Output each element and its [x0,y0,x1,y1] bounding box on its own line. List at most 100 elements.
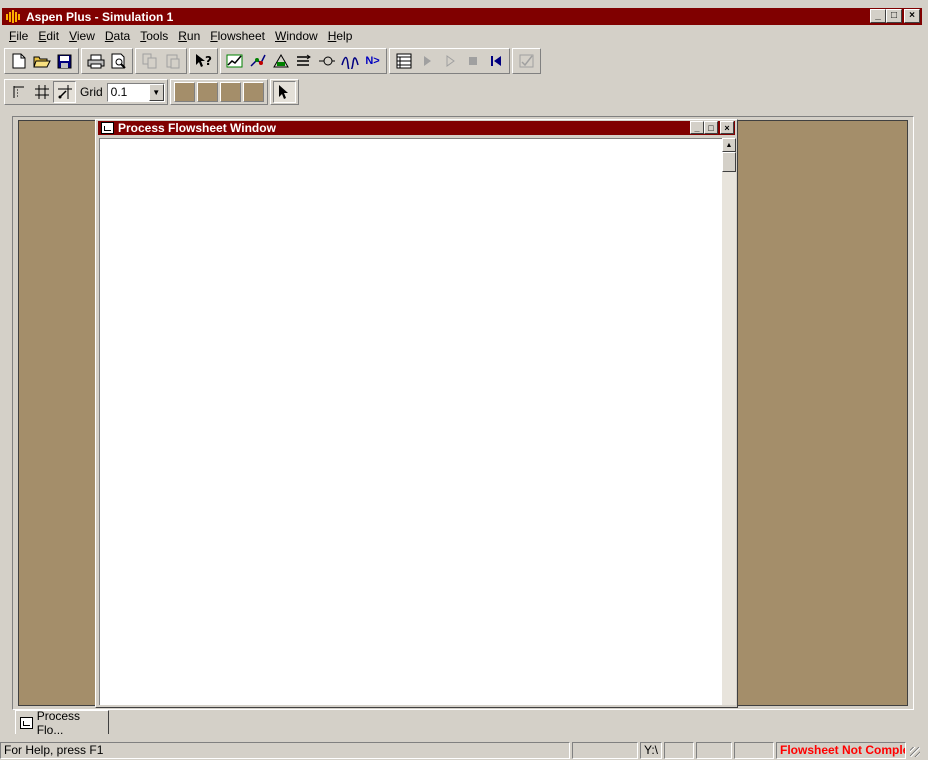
menu-window-hotkey: W [275,29,287,43]
menu-edit-label: dit [46,29,60,43]
select-toolbar-group [269,79,299,105]
select-pointer-icon[interactable] [272,81,296,103]
copy-icon[interactable] [138,50,161,72]
flowsheet-window-title: Process Flowsheet Window [118,121,276,135]
menu-window[interactable]: Window [270,29,323,43]
svg-text:?: ? [205,54,212,68]
stream-connect-icon[interactable] [246,50,269,72]
resize-grip-icon[interactable] [908,742,922,759]
status-help-text: For Help, press F1 [0,741,570,759]
menu-view[interactable]: View [64,29,100,43]
grid-label: Grid [80,85,103,99]
status-cell-empty-4 [734,741,774,759]
tab-label: Process Flo... [36,708,81,737]
status-bar: For Help, press F1 Y:\ Flowsheet Not Com… [0,740,928,760]
menu-flowsheet[interactable]: Flowsheet [205,29,270,43]
flowsheet-minimize-button[interactable]: _ [690,121,704,134]
menu-edit[interactable]: Edit [33,29,64,43]
file-toolbar-group [4,48,79,74]
menu-flowsheet-label: lowsheet [217,29,265,43]
check-results-icon[interactable] [515,50,538,72]
properties-icon[interactable] [292,50,315,72]
chevron-down-icon[interactable]: ▼ [148,83,164,101]
menu-help[interactable]: Help [323,29,358,43]
run-start-icon[interactable] [415,50,438,72]
aspen-app-icon[interactable] [6,10,22,24]
menu-file[interactable]: File [4,29,33,43]
status-drive: Y:\ [640,741,662,759]
grid-toolbar: Grid 0.1 ▼ [4,78,301,106]
menu-tools-label: ools [146,29,169,43]
window-title: Aspen Plus - Simulation 1 [26,9,174,24]
open-folder-icon[interactable] [30,50,53,72]
flowsheet-canvas[interactable] [99,138,722,705]
flowsheet-window-controls: _ □ × [690,121,734,134]
printer-icon[interactable] [84,50,107,72]
menu-view-label: iew [76,29,95,43]
flowsheet-tab-icon [20,716,33,729]
color-swatch-1[interactable] [173,82,195,102]
grid-size-value: 0.1 [110,85,128,99]
color-swatch-4[interactable] [242,82,264,102]
run-toolbar-group [389,48,510,74]
next-button[interactable]: N> [361,50,384,72]
snap-to-grid-icon[interactable] [53,81,76,103]
flowsheet-doc-icon[interactable] [101,122,114,134]
color-swatch-2[interactable] [196,82,218,102]
process-flowsheet-window: Process Flowsheet Window _ □ × ▲ [95,119,738,708]
align-icon[interactable] [7,81,30,103]
maximize-button[interactable]: □ [886,9,902,23]
minimize-button[interactable]: _ [870,9,886,23]
setup-chart-icon[interactable] [223,50,246,72]
scroll-up-icon[interactable]: ▲ [722,138,736,152]
close-button[interactable]: × [904,9,920,23]
paste-icon[interactable] [161,50,184,72]
blocks-icon[interactable] [315,50,338,72]
status-cell-empty-1 [572,741,638,759]
grid-icon[interactable] [30,81,53,103]
flowsheet-maximize-button[interactable]: □ [704,121,718,134]
menu-data-hotkey: D [104,29,114,43]
app-title-bar[interactable]: Aspen Plus - Simulation 1 _ □ × [2,8,922,25]
print-toolbar-group [81,48,133,74]
grid-toolbar-group: Grid 0.1 ▼ [4,79,168,105]
color-toolbar-group [169,79,268,105]
context-help-icon[interactable]: ? [192,50,215,72]
window-tab-bar: Process Flo... [12,708,914,737]
control-panel-icon[interactable] [392,50,415,72]
report-toolbar-group [512,48,541,74]
menu-run[interactable]: Run [173,29,205,43]
flowsheet-title-bar[interactable]: Process Flowsheet Window _ □ × [98,121,735,135]
grid-size-select[interactable]: 0.1 ▼ [106,82,165,102]
scroll-thumb[interactable] [722,152,736,172]
menu-run-label: un [186,29,201,43]
menu-data-label: ata [113,29,131,43]
menu-data[interactable]: Data [100,29,135,43]
vertical-scrollbar[interactable]: ▲ [722,138,736,705]
help-toolbar-group: ? [189,48,218,74]
run-reinitialize-icon[interactable] [484,50,507,72]
flowsheet-close-button[interactable]: × [720,121,734,134]
menu-help-label: elp [336,29,353,43]
analysis-icon[interactable] [338,50,361,72]
window-controls: _ □ × [870,9,920,23]
flowsheet-toolbar-group: N> [220,48,387,74]
run-stop-icon[interactable] [461,50,484,72]
menu-run-hotkey: R [178,29,187,43]
save-disk-icon[interactable] [53,50,76,72]
status-cell-empty-3 [696,741,732,759]
components-icon[interactable] [269,50,292,72]
menu-flowsheet-hotkey: F [210,29,218,43]
standard-toolbar: ? N> [4,47,543,75]
new-document-icon[interactable] [7,50,30,72]
menu-file-label: ile [16,29,29,43]
menu-window-label: indow [286,29,318,43]
color-swatch-3[interactable] [219,82,241,102]
menu-bar: File Edit View Data Tools Run Flowsheet … [4,27,357,45]
run-step-icon[interactable] [438,50,461,72]
status-cell-empty-2 [664,741,694,759]
menu-tools[interactable]: Tools [135,29,173,43]
tab-process-flowsheet[interactable]: Process Flo... [15,708,109,737]
menu-view-hotkey: V [69,29,77,43]
print-preview-icon[interactable] [107,50,130,72]
